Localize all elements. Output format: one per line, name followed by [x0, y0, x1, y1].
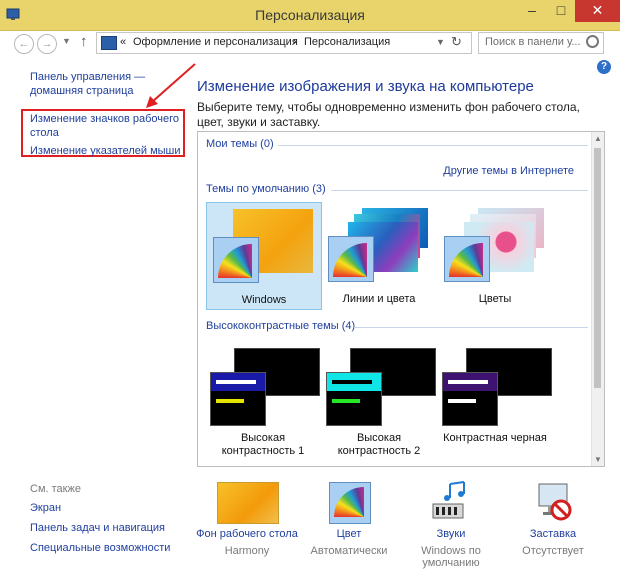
- theme-preview-front: [326, 372, 382, 426]
- sound-icon: [432, 481, 465, 519]
- forward-arrow-icon: →: [41, 38, 53, 50]
- color-value: Автоматически: [310, 545, 388, 557]
- theme-label: Цветы: [478, 293, 512, 305]
- page-description: Выберите тему, чтобы одновременно измени…: [197, 100, 580, 129]
- sounds-label[interactable]: Звуки: [396, 528, 506, 540]
- close-button[interactable]: ✕: [575, 0, 620, 22]
- online-themes-link[interactable]: Другие темы в Интернете: [443, 165, 574, 177]
- themes-list[interactable]: Мои темы (0) Другие темы в Интернете Тем…: [197, 131, 605, 467]
- control-panel-icon: [101, 36, 117, 50]
- section-divider: [354, 327, 588, 328]
- help-icon[interactable]: ?: [597, 60, 611, 74]
- high-contrast-header: Высококонтрастные темы (4): [206, 320, 356, 332]
- theme-label-line2: контрастность 2: [337, 445, 421, 457]
- theme-label: Контрастная черная: [443, 432, 547, 444]
- page-title: Изменение изображения и звука на компьют…: [197, 78, 534, 95]
- my-themes-header: Мои темы (0): [206, 138, 274, 150]
- minimize-button[interactable]: –: [517, 0, 547, 22]
- breadcrumb-appearance[interactable]: Оформление и персонализация: [133, 36, 298, 48]
- theme-high-contrast-2[interactable]: Высокая контрастность 2: [322, 342, 436, 458]
- theme-label: Windows: [241, 294, 287, 306]
- scroll-up-icon[interactable]: ▲: [594, 134, 602, 143]
- see-also-display-link[interactable]: Экран: [30, 502, 61, 514]
- search-icon[interactable]: [586, 35, 599, 48]
- color-palette-icon: [328, 236, 374, 282]
- theme-preview-front: [210, 372, 266, 426]
- recent-locations-dropdown[interactable]: ▼: [62, 36, 71, 46]
- see-also-accessibility-link[interactable]: Специальные возможности: [30, 542, 170, 554]
- navigation-bar: ← → ▼ ↑ « Оформление и персонализация › …: [0, 31, 620, 57]
- maximize-button[interactable]: □: [546, 0, 576, 22]
- color-palette-icon: [213, 237, 259, 283]
- change-mouse-pointers-link[interactable]: Изменение указателей мыши: [30, 144, 181, 158]
- see-also-title: См. также: [30, 483, 81, 495]
- address-bar[interactable]: « Оформление и персонализация › Персонал…: [96, 32, 472, 54]
- theme-label-line1: Высокая: [356, 432, 402, 444]
- screensaver-icon: [538, 483, 572, 521]
- annotation-arrow: [146, 63, 196, 108]
- search-input[interactable]: Поиск в панели у...: [478, 32, 604, 54]
- up-arrow-icon: ↑: [80, 33, 88, 50]
- breadcrumb-overflow[interactable]: «: [120, 36, 126, 48]
- screensaver-value: Отсутствует: [522, 545, 584, 557]
- color-label[interactable]: Цвет: [294, 528, 404, 540]
- theme-lines-and-colors[interactable]: Линии и цвета: [322, 202, 436, 308]
- color-palette-icon: [329, 482, 371, 524]
- section-divider: [278, 145, 588, 146]
- theme-flowers[interactable]: Цветы: [438, 202, 552, 308]
- sounds-value: Windows по умолчанию: [421, 545, 481, 569]
- theme-label-line1: Высокая: [240, 432, 286, 444]
- see-also-taskbar-link[interactable]: Панель задач и навигация: [30, 522, 165, 534]
- breadcrumb-personalization[interactable]: Персонализация: [304, 36, 390, 48]
- screensaver-label[interactable]: Заставка: [498, 528, 608, 540]
- scroll-thumb[interactable]: [594, 148, 601, 388]
- search-placeholder: Поиск в панели у...: [485, 36, 581, 48]
- desktop-background-label[interactable]: Фон рабочего стола: [192, 528, 302, 540]
- refresh-icon[interactable]: ↻: [451, 34, 462, 50]
- address-dropdown-icon[interactable]: ▼: [436, 37, 445, 47]
- up-button[interactable]: ↑: [80, 33, 88, 50]
- color-palette-icon: [444, 236, 490, 282]
- forward-button[interactable]: →: [37, 34, 57, 54]
- theme-high-contrast-black[interactable]: Контрастная черная: [438, 342, 552, 458]
- change-desktop-icons-link[interactable]: Изменение значков рабочего стола: [30, 112, 180, 140]
- theme-windows[interactable]: Windows: [206, 202, 322, 310]
- default-themes-header: Темы по умолчанию (3): [206, 183, 326, 195]
- theme-high-contrast-1[interactable]: Высокая контрастность 1: [206, 342, 320, 458]
- back-arrow-icon: ←: [18, 38, 30, 50]
- scroll-down-icon[interactable]: ▼: [594, 455, 602, 464]
- theme-label: Линии и цвета: [342, 293, 416, 305]
- theme-label-line2: контрастность 1: [221, 445, 305, 457]
- themes-scrollbar[interactable]: ▲ ▼: [591, 132, 604, 466]
- theme-preview-front: [442, 372, 498, 426]
- wallpaper-icon: [217, 482, 279, 524]
- breadcrumb-separator: ›: [293, 36, 297, 48]
- section-divider: [331, 190, 588, 191]
- back-button[interactable]: ←: [14, 34, 34, 54]
- title-bar: Персонализация – □ ✕: [0, 0, 620, 31]
- desktop-background-value: Harmony: [224, 545, 270, 557]
